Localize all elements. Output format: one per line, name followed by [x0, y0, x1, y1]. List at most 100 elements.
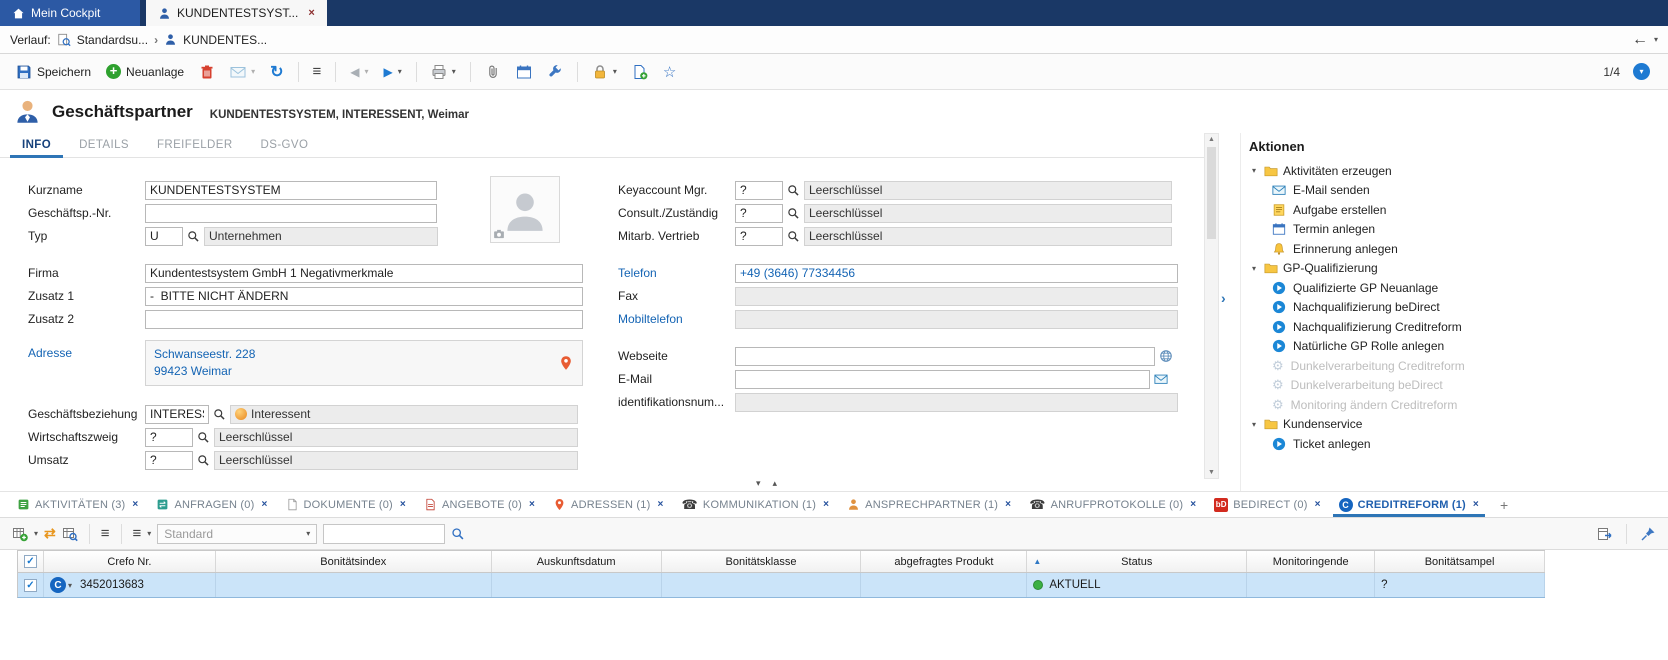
transfer-icon[interactable]: ⇄	[44, 525, 56, 542]
tab-mein-cockpit[interactable]: Mein Cockpit	[0, 0, 140, 26]
telefon-label[interactable]: Telefon	[618, 266, 735, 280]
refresh-button[interactable]: ↻	[264, 59, 289, 85]
close-tab-icon[interactable]: ×	[657, 499, 663, 510]
tools-button[interactable]	[541, 59, 569, 85]
kurzname-input[interactable]	[145, 181, 437, 200]
favorite-button[interactable]: ☆	[657, 59, 682, 85]
action-nachqualifizierung-bedirect[interactable]: Nachqualifizierung beDirect	[1241, 298, 1668, 318]
permissions-button[interactable]: ▾	[586, 59, 623, 85]
col-bonitaetsampel[interactable]: Bonitätsampel	[1375, 551, 1545, 572]
add-record-icon[interactable]	[12, 526, 28, 542]
email-input[interactable]	[735, 370, 1150, 389]
tab-dsgvo[interactable]: DS-GVO	[247, 133, 323, 157]
tab-freifelder[interactable]: FREIFELDER	[143, 133, 247, 157]
add-tab-button[interactable]: +	[1488, 492, 1520, 517]
close-tab-icon[interactable]: ×	[1005, 499, 1011, 510]
delete-button[interactable]	[193, 59, 221, 85]
action-email-senden[interactable]: E-Mail senden	[1241, 181, 1668, 201]
new-record-button[interactable]: + Neuanlage	[100, 59, 190, 85]
view-select[interactable]: Standard ▾	[157, 524, 317, 544]
action-ticket-anlegen[interactable]: Ticket anlegen	[1241, 434, 1668, 454]
previous-record-button[interactable]: ◀ ▾	[344, 59, 374, 85]
export-icon[interactable]	[1597, 526, 1613, 542]
save-button[interactable]: Speichern	[10, 59, 97, 85]
bottom-tab-ansprechpartner[interactable]: ANSPRECHPARTNER (1) ×	[838, 492, 1020, 517]
scrollbar-thumb[interactable]	[1207, 147, 1216, 239]
bottom-tab-anrufprotokolle[interactable]: ☎ ANRUFPROTOKOLLE (0) ×	[1020, 492, 1205, 517]
typ-code-input[interactable]	[145, 227, 183, 246]
row-select-cell[interactable]: ✓	[18, 573, 44, 597]
cell-crefo-nr[interactable]: C ▾ 3452013683	[44, 573, 216, 597]
firma-input[interactable]	[145, 264, 583, 283]
grid-search-input[interactable]	[323, 524, 445, 544]
collapse-controls[interactable]: ▾▴	[750, 475, 783, 489]
print-button[interactable]: ▾	[425, 59, 462, 85]
geschaeftsbeziehung-code-input[interactable]	[145, 405, 209, 424]
zusatz2-input[interactable]	[145, 310, 583, 329]
action-group-kundenservice[interactable]: ▾ Kundenservice	[1241, 415, 1668, 435]
identifikationsnummer-input[interactable]	[735, 393, 1178, 412]
form-scrollbar[interactable]: ▲ ▼	[1204, 133, 1219, 479]
close-tab-icon[interactable]: ×	[823, 499, 829, 510]
tab-kundentestsystem[interactable]: KUNDENTESTSYST... ×	[146, 0, 327, 26]
send-button[interactable]: ▾	[224, 59, 261, 85]
action-group-gp-qualifizierung[interactable]: ▾ GP-Qualifizierung	[1241, 259, 1668, 279]
map-marker-icon[interactable]	[558, 355, 574, 371]
scroll-down-icon[interactable]: ▼	[1205, 469, 1218, 476]
tab-info[interactable]: INFO	[8, 133, 65, 157]
action-group-aktivitaeten[interactable]: ▾ Aktivitäten erzeugen	[1241, 161, 1668, 181]
close-tab-icon[interactable]: ×	[308, 7, 314, 19]
mitarbeiter-code-input[interactable]	[735, 227, 783, 246]
zusatz1-input[interactable]	[145, 287, 583, 306]
lookup-icon[interactable]	[787, 230, 800, 243]
webseite-input[interactable]	[735, 347, 1155, 366]
telefon-input[interactable]	[735, 264, 1178, 283]
close-tab-icon[interactable]: ×	[1473, 499, 1479, 510]
col-crefo-nr[interactable]: Crefo Nr.	[44, 551, 216, 572]
col-select[interactable]: ✓	[18, 551, 44, 572]
col-abgefragtes-produkt[interactable]: abgefragtes Produkt	[861, 551, 1027, 572]
lookup-icon[interactable]	[787, 207, 800, 220]
bottom-tab-creditreform[interactable]: C CREDITREFORM (1) ×	[1330, 492, 1488, 517]
contact-photo-placeholder[interactable]	[490, 176, 560, 243]
col-monitoringende[interactable]: Monitoringende	[1247, 551, 1375, 572]
adresse-line2[interactable]: 99423 Weimar	[154, 363, 558, 380]
mobiltelefon-input[interactable]	[735, 310, 1178, 329]
row-action-dropdown-icon[interactable]: ▾	[68, 581, 72, 590]
row-checkbox[interactable]: ✓	[24, 579, 37, 592]
bottom-tab-kommunikation[interactable]: ☎ KOMMUNIKATION (1) ×	[673, 492, 839, 517]
close-tab-icon[interactable]: ×	[1190, 499, 1196, 510]
history-item-kundentestsystem[interactable]: KUNDENTES...	[183, 33, 267, 47]
bottom-tab-dokumente[interactable]: DOKUMENTE (0) ×	[277, 492, 415, 517]
collapse-up-icon[interactable]: ▴	[773, 478, 778, 488]
close-tab-icon[interactable]: ×	[1315, 499, 1321, 510]
creditreform-icon[interactable]: C	[50, 577, 66, 593]
col-auskunftsdatum[interactable]: Auskunftsdatum	[492, 551, 662, 572]
bottom-tab-aktivitaeten[interactable]: AKTIVITÄTEN (3) ×	[8, 492, 147, 517]
panel-expander-icon[interactable]: ›	[1221, 290, 1226, 306]
history-back-icon[interactable]: ←	[1632, 31, 1648, 49]
consult-code-input[interactable]	[735, 204, 783, 223]
history-item-standardsuche[interactable]: Standardsu...	[77, 33, 148, 47]
action-aufgabe-erstellen[interactable]: Aufgabe erstellen	[1241, 200, 1668, 220]
close-tab-icon[interactable]: ×	[529, 499, 535, 510]
view-options-icon[interactable]: ≡	[133, 525, 142, 542]
grid-menu-icon[interactable]: ≡	[101, 525, 110, 542]
email-icon[interactable]	[1154, 372, 1168, 386]
history-dropdown-icon[interactable]: ▾	[1654, 35, 1658, 44]
view-options-dropdown-icon[interactable]: ▾	[147, 529, 151, 538]
bottom-tab-bedirect[interactable]: bD BEDIRECT (0) ×	[1205, 492, 1329, 517]
scroll-up-icon[interactable]: ▲	[1205, 136, 1218, 143]
bottom-tab-anfragen[interactable]: ANFRAGEN (0) ×	[147, 492, 276, 517]
close-tab-icon[interactable]: ×	[400, 499, 406, 510]
search-icon[interactable]	[451, 527, 465, 541]
mobiltelefon-label[interactable]: Mobiltelefon	[618, 312, 735, 326]
col-status[interactable]: ▲ Status	[1027, 551, 1247, 572]
new-linked-document-button[interactable]	[626, 59, 654, 85]
bottom-tab-adressen[interactable]: ADRESSEN (1) ×	[544, 492, 672, 517]
close-tab-icon[interactable]: ×	[261, 499, 267, 510]
attachment-button[interactable]	[479, 59, 507, 85]
action-qualifizierte-gp-neuanlage[interactable]: Qualifizierte GP Neuanlage	[1241, 278, 1668, 298]
lookup-icon[interactable]	[197, 454, 210, 467]
col-bonitaetsindex[interactable]: Bonitätsindex	[216, 551, 492, 572]
